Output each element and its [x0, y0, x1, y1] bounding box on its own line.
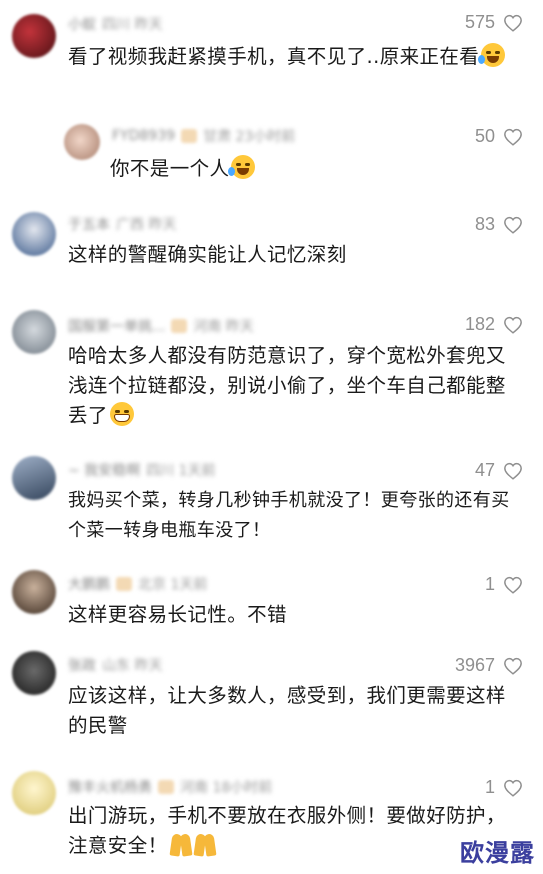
avatar[interactable]	[64, 124, 100, 160]
avatar[interactable]	[12, 570, 56, 614]
username[interactable]: 国服第一单挑...	[68, 316, 165, 336]
comment-meta: 张政 山东 昨天	[68, 655, 162, 675]
like-button[interactable]: 575	[465, 12, 523, 33]
comment-item: ~ 我安稳啊 四川 1天前 47 我妈买个菜，转身几秒钟手机就没了！更夸张的还有…	[0, 448, 543, 558]
comment-meta: 于五本 广西 昨天	[68, 214, 176, 234]
heart-icon	[504, 779, 522, 797]
username[interactable]: FYD8939	[112, 128, 175, 144]
like-count: 1	[484, 574, 495, 594]
heart-icon	[504, 576, 522, 594]
comment-meta: ~ 我安稳啊 四川 1天前	[68, 460, 216, 480]
location-time: 四川 1天前	[146, 463, 216, 479]
comment-meta: 豫丰火机杨勇 河南 18小时前	[68, 777, 272, 797]
fan-badge-icon	[116, 577, 132, 591]
comment-item: 国服第一单挑... 河南 昨天 182 哈哈太多人都没有防范意识了，穿个宽松外套…	[0, 300, 543, 445]
comment-text: 哈哈太多人都没有防范意识了，穿个宽松外套兜又浅连个拉链都没，别说小偷了，坐个车自…	[68, 344, 506, 427]
username[interactable]: 张政	[68, 655, 96, 675]
location-time: 山东 昨天	[102, 658, 163, 674]
location-time: 河南 18小时前	[180, 780, 273, 796]
avatar[interactable]	[12, 651, 56, 695]
comment-text: 这样更容易长记性。不错	[68, 603, 287, 626]
avatar[interactable]	[12, 212, 56, 256]
avatar[interactable]	[12, 771, 56, 815]
like-button[interactable]: 1	[485, 574, 523, 595]
location-time: 广西 昨天	[116, 217, 177, 233]
laugh-cry-emoji-icon	[228, 155, 256, 179]
username[interactable]: 于五本	[68, 214, 110, 234]
comment-text: 看了视频我赶紧摸手机，真不见了..原来正在看	[68, 42, 523, 72]
username[interactable]: 豫丰火机杨勇	[68, 777, 152, 797]
comment-meta: 小蚁 四川 昨天	[68, 14, 162, 34]
like-count: 83	[474, 214, 495, 234]
username[interactable]: ~ 我安稳啊	[68, 460, 140, 480]
heart-icon	[504, 462, 522, 480]
heart-icon	[504, 316, 522, 334]
comment-item: 于五本 广西 昨天 83 这样的警醒确实能让人记忆深刻	[0, 200, 543, 295]
comment-item: 张政 山东 昨天 3967 应该这样，让大多数人，感受到，我们更需要这样的民警	[0, 645, 543, 760]
comment-text: 这样的警醒确实能让人记忆深刻	[68, 243, 347, 266]
like-button[interactable]: 1	[485, 777, 523, 798]
location-time: 四川 昨天	[102, 17, 163, 33]
comment-meta: FYD8939 甘肃 23小时前	[112, 126, 295, 146]
grin-emoji-icon	[109, 402, 134, 426]
like-button[interactable]: 83	[475, 214, 523, 235]
like-count: 50	[474, 126, 495, 146]
comment-item: 大鹏鹏 北京 1天前 1 这样更容易长记性。不错	[0, 560, 543, 645]
comment-text: 我妈买个菜，转身几秒钟手机就没了！更夸张的还有买个菜一转身电瓶车没了！	[68, 490, 510, 541]
like-count: 3967	[454, 655, 495, 675]
watermark: 欧漫露	[460, 839, 535, 867]
fan-badge-icon	[158, 780, 174, 794]
comment-text: 你不是一个人	[110, 154, 510, 184]
comment-text: 出门游玩，手机不要放在衣服外侧！要做好防护，注意安全！	[68, 804, 506, 857]
pray-emoji-icon	[193, 832, 216, 857]
heart-icon	[504, 216, 522, 234]
heart-icon	[504, 128, 522, 146]
like-count: 575	[464, 12, 495, 32]
avatar[interactable]	[12, 14, 56, 58]
fan-badge-icon	[181, 129, 198, 143]
avatar[interactable]	[12, 456, 56, 500]
username[interactable]: 大鹏鹏	[68, 574, 110, 594]
like-button[interactable]: 50	[475, 126, 523, 147]
like-count: 182	[464, 314, 495, 334]
like-button[interactable]: 47	[475, 460, 523, 481]
avatar[interactable]	[12, 310, 56, 354]
like-button[interactable]: 3967	[455, 655, 523, 676]
username[interactable]: 小蚁	[68, 14, 96, 34]
heart-icon	[504, 14, 522, 32]
comment-text: 应该这样，让大多数人，感受到，我们更需要这样的民警	[68, 684, 506, 737]
comment-meta: 大鹏鹏 北京 1天前	[68, 574, 207, 594]
like-count: 47	[474, 460, 495, 480]
pray-emoji-icon	[169, 832, 192, 857]
comment-item: 小蚁 四川 昨天 575 看了视频我赶紧摸手机，真不见了..原来正在看	[0, 0, 543, 110]
fan-badge-icon	[171, 319, 188, 333]
location-time: 河南 昨天	[193, 319, 254, 335]
location-time: 甘肃 23小时前	[203, 129, 296, 145]
laugh-cry-emoji-icon	[478, 43, 506, 67]
reply-item: FYD8939 甘肃 23小时前 50 你不是一个人	[0, 118, 543, 198]
heart-icon	[504, 657, 522, 675]
like-count: 1	[484, 777, 495, 797]
like-button[interactable]: 182	[465, 314, 523, 335]
comment-meta: 国服第一单挑... 河南 昨天	[68, 316, 254, 336]
location-time: 北京 1天前	[138, 577, 208, 593]
